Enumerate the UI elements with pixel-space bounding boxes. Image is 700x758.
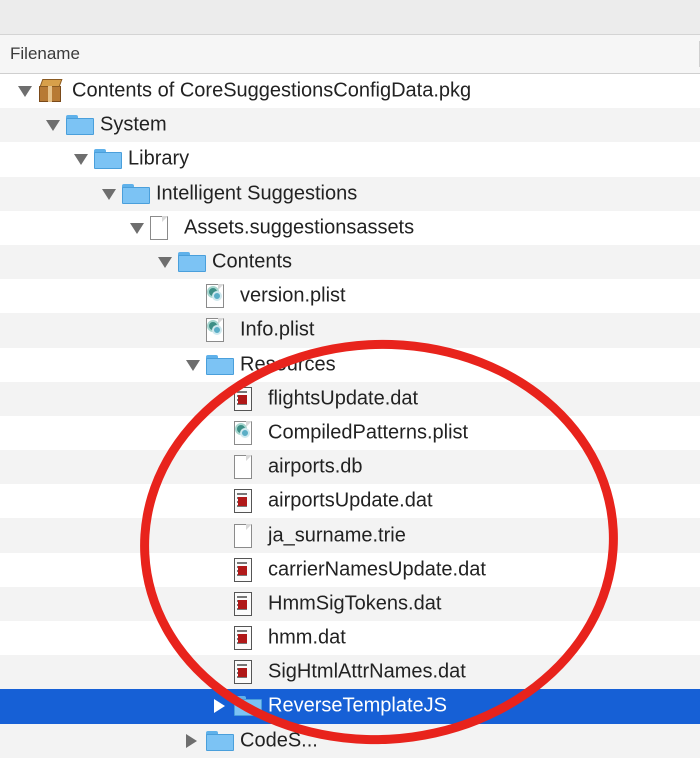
disclosure-triangle-expanded-icon[interactable] (186, 359, 200, 371)
folder-icon (94, 149, 122, 170)
tree-row-label: System (100, 113, 167, 136)
tree-row[interactable]: Assets.suggestionsassets (0, 211, 700, 245)
folder-icon (122, 183, 150, 204)
folder-icon (66, 115, 94, 136)
tree-row-label: flightsUpdate.dat (268, 387, 419, 410)
dat-file-icon (234, 386, 254, 411)
tree-row[interactable]: Intelligent Suggestions (0, 176, 700, 211)
document-icon (150, 215, 170, 240)
tree-row-label: carrierNamesUpdate.dat (268, 558, 486, 581)
dat-file-icon (234, 626, 254, 651)
tree-row-label: SigHtmlAttrNames.dat (268, 660, 466, 683)
tree-row[interactable]: SigHtmlAttrNames.dat (0, 655, 700, 690)
tree-row-label: Contents of CoreSuggestionsConfigData.pk… (72, 79, 472, 102)
tree-row-label: airportsUpdate.dat (268, 489, 433, 512)
tree-row-label: Assets.suggestionsassets (184, 216, 415, 239)
tree-row[interactable]: ReverseTemplateJS (0, 689, 700, 724)
tree-row[interactable]: flightsUpdate.dat (0, 381, 700, 416)
dat-file-icon (234, 557, 254, 582)
folder-icon (206, 730, 234, 751)
tree-row-label: CompiledPatterns.plist (268, 421, 469, 444)
tree-row-label: airports.db (268, 455, 363, 478)
plist-icon (206, 284, 226, 309)
disclosure-triangle-expanded-icon[interactable] (158, 257, 172, 269)
dat-file-icon (234, 489, 254, 514)
tree-row[interactable]: Library (0, 142, 700, 176)
package-icon (38, 79, 64, 103)
folder-icon (206, 354, 234, 375)
folder-icon (178, 252, 206, 273)
folder-icon (234, 696, 262, 717)
tree-row-label: Contents (212, 250, 293, 273)
tree-row[interactable]: ja_surname.trie (0, 518, 700, 553)
tree-row[interactable]: Resources (0, 348, 700, 382)
tree-row[interactable]: Contents of CoreSuggestionsConfigData.pk… (0, 74, 700, 108)
tree-row-label: Resources (240, 353, 336, 376)
document-icon (234, 455, 254, 480)
tree-row[interactable]: Contents (0, 244, 700, 280)
tree-row[interactable]: CompiledPatterns.plist (0, 416, 700, 450)
tree-row-label: Intelligent Suggestions (156, 182, 358, 205)
tree-row-label: HmmSigTokens.dat (268, 592, 442, 615)
plist-icon (206, 318, 226, 343)
tree-row-label: hmm.dat (268, 626, 346, 649)
tree-row[interactable]: airports.db (0, 450, 700, 485)
tree-row[interactable]: System (0, 108, 700, 143)
disclosure-triangle-expanded-icon[interactable] (74, 154, 88, 166)
tree-row-label: CodeS... (240, 729, 318, 752)
tree-row-label: Info.plist (240, 318, 315, 341)
tree-row[interactable]: carrierNamesUpdate.dat (0, 553, 700, 587)
dat-file-icon (234, 591, 254, 616)
tree-row[interactable]: HmmSigTokens.dat (0, 586, 700, 621)
tree-row-label: ReverseTemplateJS (268, 694, 447, 717)
tree-row[interactable]: airportsUpdate.dat (0, 484, 700, 518)
disclosure-triangle-expanded-icon[interactable] (130, 222, 144, 234)
disclosure-triangle-expanded-icon[interactable] (46, 120, 60, 132)
toolbar-area (0, 0, 700, 35)
document-icon (234, 523, 254, 548)
dat-file-icon (234, 660, 254, 685)
file-tree: Contents of CoreSuggestionsConfigData.pk… (0, 74, 700, 758)
tree-row-label: Library (128, 147, 190, 170)
tree-row[interactable]: version.plist (0, 279, 700, 313)
column-header[interactable]: Filename (0, 35, 700, 74)
column-header-filename: Filename (10, 44, 80, 63)
disclosure-triangle-collapsed-icon[interactable] (186, 733, 197, 748)
tree-row-label: ja_surname.trie (268, 524, 406, 547)
disclosure-triangle-expanded-icon[interactable] (102, 188, 116, 200)
tree-row[interactable]: Info.plist (0, 313, 700, 348)
disclosure-triangle-collapsed-icon[interactable] (214, 699, 225, 714)
plist-icon (234, 420, 254, 445)
tree-row[interactable]: hmm.dat (0, 621, 700, 655)
disclosure-triangle-expanded-icon[interactable] (18, 86, 32, 98)
tree-row[interactable]: CodeS... (0, 723, 700, 758)
tree-row-label: version.plist (240, 284, 346, 307)
